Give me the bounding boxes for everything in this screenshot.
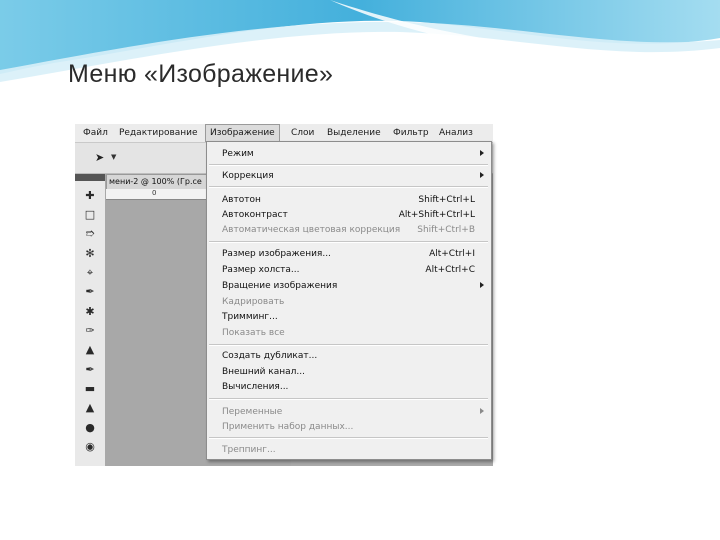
menu-analysis[interactable]: Анализ [435, 124, 477, 142]
menu-separator [209, 344, 488, 346]
move-tool-icon[interactable]: ➤ [95, 151, 104, 164]
menu-item-duplicate[interactable]: Создать дубликат... [207, 349, 491, 363]
menu-item-apply-data-set: Применить набор данных... [207, 420, 491, 434]
menu-item-crop: Кадрировать [207, 295, 491, 309]
submenu-arrow-icon [480, 282, 484, 288]
menu-item-apply-image[interactable]: Внешний канал... [207, 365, 491, 379]
menu-item-label: Автоконтраст [222, 210, 288, 220]
menu-item-shortcut: Shift+Ctrl+L [418, 195, 475, 205]
blur-icon[interactable]: ● [80, 420, 100, 436]
menu-file[interactable]: Файл [79, 124, 112, 142]
menu-item-label: Создать дубликат... [222, 351, 318, 361]
menu-item-label: Режим [222, 149, 254, 159]
header-wave [0, 0, 720, 82]
stamp-icon[interactable]: ▲ [80, 342, 100, 358]
menu-item-label: Вычисления... [222, 382, 289, 392]
chevron-down-icon[interactable]: ▼ [111, 153, 116, 161]
lasso-icon[interactable]: ➱ [80, 226, 100, 242]
menu-item-variables: Переменные [207, 405, 491, 419]
submenu-arrow-icon [480, 408, 484, 414]
menu-item-label: Переменные [222, 407, 283, 417]
image-menu-dropdown: Режим Коррекция Автотон Shift+Ctrl+L Авт… [206, 141, 492, 460]
menu-item-image-size[interactable]: Размер изображения... Alt+Ctrl+I [207, 247, 491, 261]
menu-separator [209, 164, 488, 166]
history-brush-icon[interactable]: ✒ [80, 362, 100, 378]
menu-separator [209, 398, 488, 400]
menu-edit[interactable]: Редактирование [115, 124, 202, 142]
slide-title: Меню «Изображение» [68, 60, 334, 88]
toolbox-header[interactable] [75, 174, 105, 181]
menu-separator [209, 186, 488, 188]
menu-item-adjustments[interactable]: Коррекция [207, 169, 491, 183]
menu-item-label: Кадрировать [222, 297, 285, 307]
menu-layers[interactable]: Слои [287, 124, 318, 142]
fill-icon[interactable]: ▲ [80, 400, 100, 416]
menu-item-label: Коррекция [222, 171, 274, 181]
menu-item-label: Применить набор данных... [222, 422, 354, 432]
menu-item-label: Вращение изображения [222, 281, 338, 291]
menu-item-label: Автоматическая цветовая коррекция [222, 225, 401, 235]
menu-image[interactable]: Изображение [205, 124, 280, 142]
crop-icon[interactable]: ⌖ [80, 265, 100, 281]
brush-icon[interactable]: ✑ [80, 323, 100, 339]
menu-select[interactable]: Выделение [323, 124, 385, 142]
menu-item-trim[interactable]: Тримминг... [207, 310, 491, 324]
menu-item-label: Автотон [222, 195, 261, 205]
toolbox: ✚ □ ➱ ✻ ⌖ ✒ ✱ ✑ ▲ ✒ ▬ ▲ ● ◉ [75, 174, 106, 466]
menu-item-mode[interactable]: Режим [207, 147, 491, 161]
ruler-zero-label: 0 [152, 189, 157, 197]
menu-item-calculations[interactable]: Вычисления... [207, 380, 491, 394]
menu-item-image-rotation[interactable]: Вращение изображения [207, 279, 491, 293]
menu-item-shortcut: Alt+Ctrl+I [429, 249, 475, 259]
dodge-icon[interactable]: ◉ [80, 439, 100, 455]
menu-item-label: Размер холста... [222, 265, 300, 275]
menu-item-shortcut: Shift+Ctrl+B [417, 225, 475, 235]
menu-item-auto-tone[interactable]: Автотон Shift+Ctrl+L [207, 193, 491, 207]
quick-select-icon[interactable]: ✻ [80, 246, 100, 262]
document-tab[interactable]: мени-2 @ 100% (Гр.се [106, 174, 210, 190]
eraser-icon[interactable]: ▬ [80, 381, 100, 397]
marquee-icon[interactable]: □ [80, 207, 100, 223]
submenu-arrow-icon [480, 150, 484, 156]
menu-item-auto-contrast[interactable]: Автоконтраст Alt+Shift+Ctrl+L [207, 208, 491, 222]
menu-item-auto-color: Автоматическая цветовая коррекция Shift+… [207, 223, 491, 237]
menu-item-shortcut: Alt+Shift+Ctrl+L [398, 210, 475, 220]
eyedropper-icon[interactable]: ✒ [80, 284, 100, 300]
ruler: 0 [106, 189, 206, 200]
menu-item-label: Показать все [222, 328, 285, 338]
submenu-arrow-icon [480, 172, 484, 178]
menu-item-label: Тримминг... [222, 312, 278, 322]
menu-item-label: Размер изображения... [222, 249, 331, 259]
move-icon[interactable]: ✚ [80, 188, 100, 204]
menu-filter[interactable]: Фильтр [389, 124, 433, 142]
spot-heal-icon[interactable]: ✱ [80, 304, 100, 320]
menu-item-canvas-size[interactable]: Размер холста... Alt+Ctrl+C [207, 263, 491, 277]
menu-item-shortcut: Alt+Ctrl+C [425, 265, 475, 275]
menu-separator [209, 437, 488, 439]
menu-separator [209, 241, 488, 243]
menu-item-label: Внешний канал... [222, 367, 305, 377]
menu-item-reveal-all: Показать все [207, 326, 491, 340]
menu-item-trap: Треппинг... [207, 443, 491, 457]
menu-item-label: Треппинг... [222, 445, 276, 455]
